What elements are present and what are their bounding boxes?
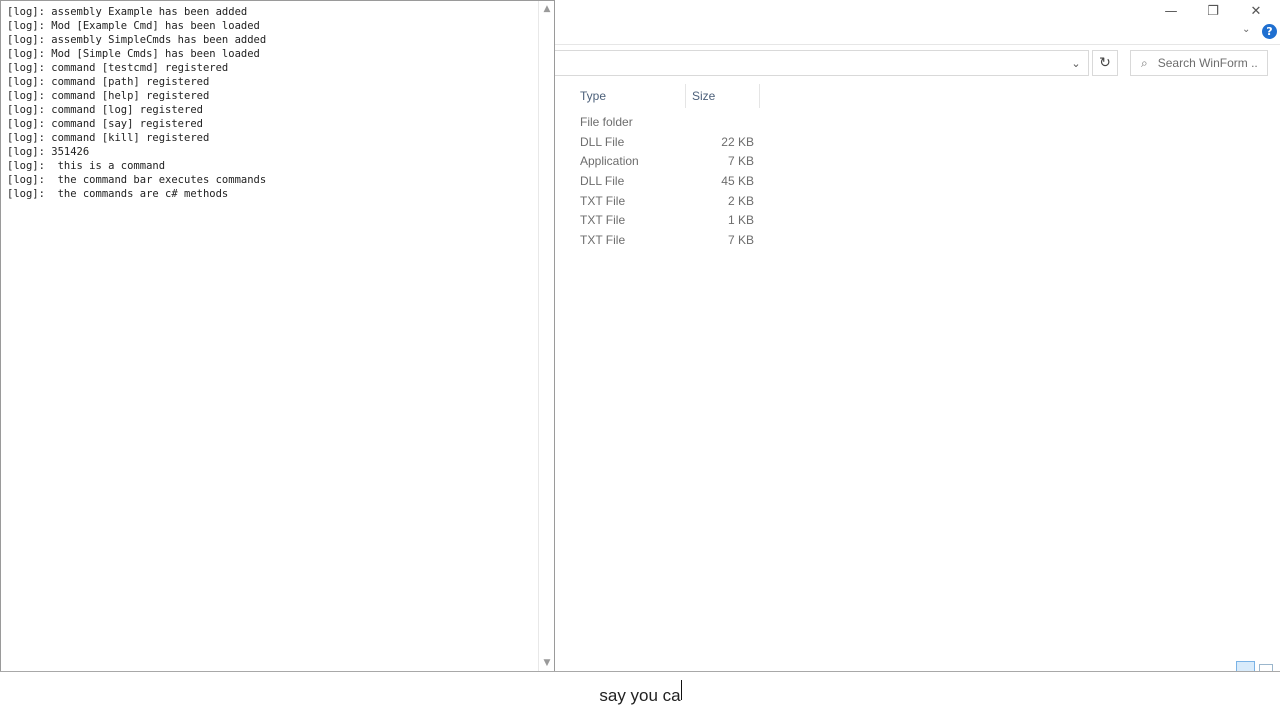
file-row[interactable]: TXT File 2 KB: [580, 192, 756, 212]
log-line: [log]: command [say] registered: [7, 118, 203, 130]
search-icon: ⌕: [1141, 55, 1148, 70]
address-bar[interactable]: [555, 50, 1089, 76]
file-type: DLL File: [580, 134, 625, 149]
log-line: [log]: the commands are c# methods: [7, 188, 229, 200]
file-size: 1 KB: [727, 213, 754, 228]
column-header-size[interactable]: Size: [686, 84, 760, 108]
file-row[interactable]: DLL File 45 KB: [580, 172, 756, 192]
help-icon[interactable]: ?: [1262, 24, 1277, 39]
console-scrollbar[interactable]: ▲ ▼: [538, 1, 554, 671]
log-line: [log]: 351426: [7, 146, 90, 158]
log-line: [log]: command [log] registered: [7, 104, 203, 116]
file-size: 7 KB: [727, 154, 754, 169]
file-row[interactable]: TXT File 7 KB: [580, 231, 756, 251]
console-window: [log]: assembly Example has been added […: [0, 0, 555, 672]
command-input[interactable]: [560, 672, 720, 720]
console-log: [log]: assembly Example has been added […: [7, 5, 266, 201]
file-row[interactable]: TXT File 1 KB: [580, 211, 756, 231]
refresh-icon: ↻: [1099, 55, 1111, 71]
file-type: TXT File: [580, 233, 626, 248]
scroll-down-arrow-icon[interactable]: ▼: [541, 657, 553, 669]
file-row[interactable]: DLL File 22 KB: [580, 133, 756, 153]
file-row[interactable]: Application 7 KB: [580, 152, 756, 172]
log-line: [log]: command [testcmd] registered: [7, 62, 229, 74]
file-row[interactable]: File folder: [580, 113, 756, 133]
log-line: [log]: command [path] registered: [7, 76, 210, 88]
file-type: Application: [580, 154, 639, 169]
log-line: [log]: command [kill] registered: [7, 132, 210, 144]
log-line: [log]: Mod [Example Cmd] has been loaded: [7, 20, 260, 32]
log-line: [log]: this is a command: [7, 160, 166, 172]
column-header-type[interactable]: Type: [574, 84, 686, 108]
text-caret: [681, 680, 682, 700]
file-size: 7 KB: [727, 233, 754, 248]
log-line: [log]: assembly Example has been added: [7, 6, 248, 18]
file-type: DLL File: [580, 174, 625, 189]
minimize-button[interactable]: —: [1149, 0, 1193, 22]
file-size: 45 KB: [721, 174, 754, 189]
file-type: TXT File: [580, 193, 626, 208]
file-type: File folder: [580, 115, 633, 129]
file-size: 2 KB: [727, 193, 754, 208]
log-line: [log]: the command bar executes commands: [7, 174, 267, 186]
scroll-up-arrow-icon[interactable]: ▲: [541, 3, 553, 15]
file-type: TXT File: [580, 213, 626, 228]
restore-button[interactable]: ❐: [1191, 0, 1235, 22]
log-line: [log]: Mod [Simple Cmds] has been loaded: [7, 48, 260, 60]
file-size: 22 KB: [721, 134, 754, 149]
address-dropdown-icon[interactable]: ⌄: [1068, 55, 1084, 71]
log-line: [log]: command [help] registered: [7, 90, 210, 102]
log-line: [log]: assembly SimpleCmds has been adde…: [7, 34, 267, 46]
ribbon-divider: [555, 44, 1280, 45]
file-list: File folder DLL File 22 KB Application 7…: [580, 113, 756, 251]
search-box[interactable]: ⌕: [1130, 50, 1268, 76]
ribbon-expand-chevron-icon[interactable]: ⌄: [1242, 24, 1250, 35]
search-input[interactable]: [1157, 56, 1258, 70]
refresh-button[interactable]: ↻: [1092, 50, 1118, 76]
close-button[interactable]: ✕: [1234, 0, 1278, 22]
command-bar: [0, 671, 1280, 720]
